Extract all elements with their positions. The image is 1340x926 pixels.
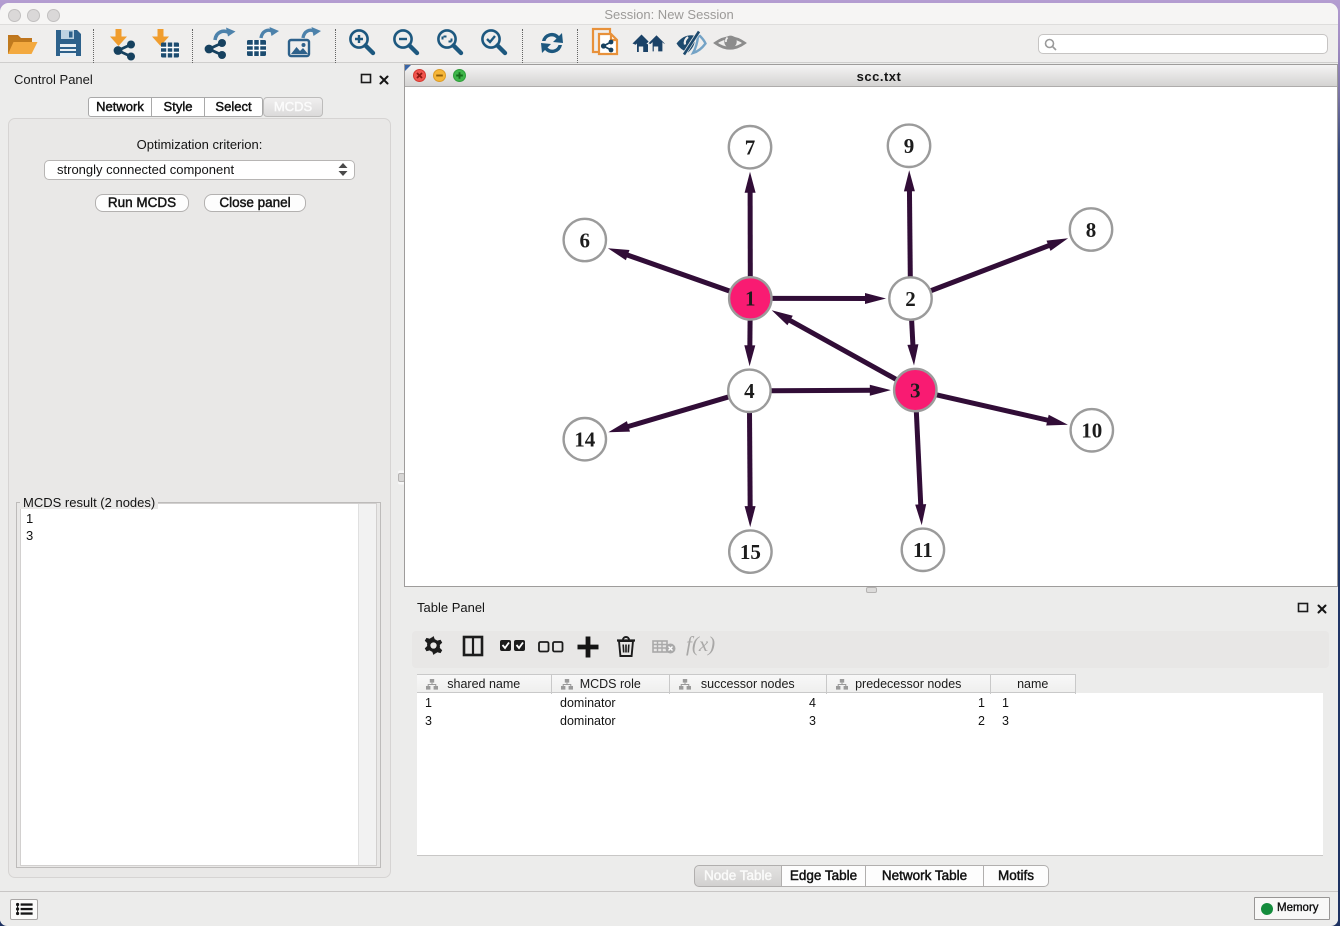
svg-text:14: 14 xyxy=(574,427,596,451)
svg-text:2: 2 xyxy=(905,286,916,310)
svg-text:9: 9 xyxy=(904,134,915,158)
svg-text:3: 3 xyxy=(910,378,921,402)
svg-text:15: 15 xyxy=(740,539,761,563)
svg-text:1: 1 xyxy=(745,286,756,310)
svg-text:7: 7 xyxy=(745,135,756,159)
svg-text:11: 11 xyxy=(913,538,933,562)
svg-text:4: 4 xyxy=(744,379,755,403)
svg-text:6: 6 xyxy=(580,228,591,252)
svg-text:10: 10 xyxy=(1081,418,1102,442)
svg-text:8: 8 xyxy=(1086,217,1097,241)
